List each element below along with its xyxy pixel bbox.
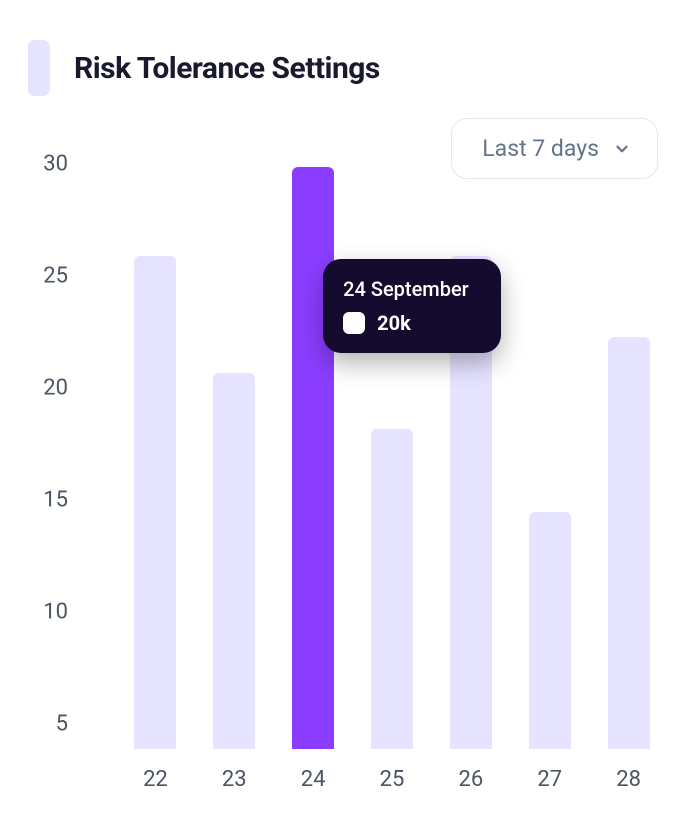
y-axis: 51015202530 bbox=[28, 189, 116, 749]
x-axis: 22232425262728 bbox=[116, 749, 668, 825]
legend-swatch bbox=[28, 40, 50, 96]
range-label: Last 7 days bbox=[482, 135, 599, 162]
x-tick: 24 bbox=[274, 749, 353, 825]
bar[interactable] bbox=[371, 429, 413, 749]
bar-column[interactable] bbox=[116, 189, 195, 749]
widget-header: Risk Tolerance Settings bbox=[28, 40, 668, 96]
x-tick: 28 bbox=[589, 749, 668, 825]
x-tick: 25 bbox=[353, 749, 432, 825]
y-tick: 25 bbox=[43, 264, 68, 289]
tooltip-value: 20k bbox=[377, 311, 411, 335]
range-control-row: Last 7 days bbox=[28, 118, 668, 179]
y-tick: 10 bbox=[43, 600, 68, 625]
widget-title: Risk Tolerance Settings bbox=[74, 51, 380, 86]
bar-column[interactable] bbox=[195, 189, 274, 749]
bar-column[interactable] bbox=[589, 189, 668, 749]
chart-tooltip: 24 September 20k bbox=[323, 259, 501, 353]
chevron-down-icon bbox=[613, 140, 631, 158]
x-tick: 26 bbox=[431, 749, 510, 825]
x-tick: 23 bbox=[195, 749, 274, 825]
bar-active[interactable] bbox=[292, 167, 334, 749]
bar-column[interactable] bbox=[510, 189, 589, 749]
x-tick: 22 bbox=[116, 749, 195, 825]
range-dropdown[interactable]: Last 7 days bbox=[451, 118, 658, 179]
tooltip-date: 24 September bbox=[343, 277, 477, 301]
y-tick: 30 bbox=[43, 152, 68, 177]
tooltip-value-row: 20k bbox=[343, 311, 477, 335]
y-tick: 5 bbox=[56, 712, 68, 737]
y-tick: 15 bbox=[43, 488, 68, 513]
bar-chart: 51015202530 22232425262728 24 September … bbox=[28, 189, 668, 789]
y-tick: 20 bbox=[43, 376, 68, 401]
tooltip-swatch bbox=[343, 312, 365, 334]
bar[interactable] bbox=[529, 512, 571, 749]
bar[interactable] bbox=[213, 373, 255, 749]
x-tick: 27 bbox=[510, 749, 589, 825]
bar[interactable] bbox=[134, 256, 176, 749]
risk-tolerance-widget: Risk Tolerance Settings Last 7 days 5 10 1… bbox=[0, 0, 686, 832]
bar[interactable] bbox=[608, 337, 650, 749]
